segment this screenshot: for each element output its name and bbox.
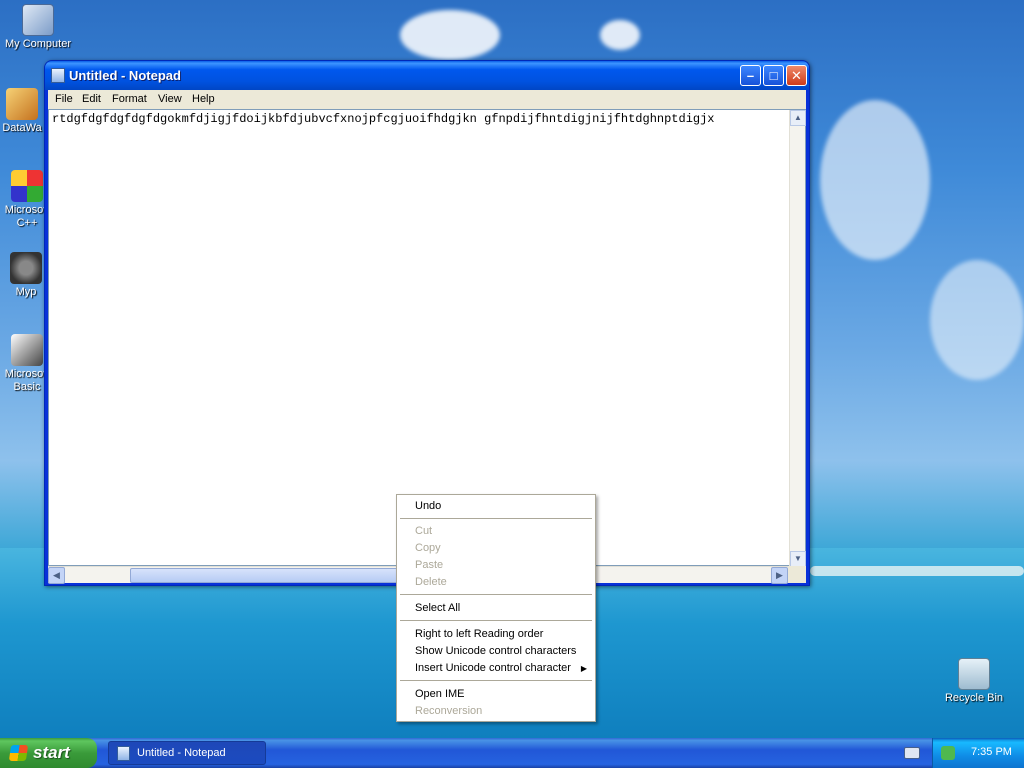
menu-item-reconversion: Reconversion	[415, 705, 483, 717]
menu-file[interactable]: File	[55, 93, 73, 105]
desktop-icon-myp[interactable]: Myp	[4, 252, 48, 299]
menu-edit[interactable]: Edit	[82, 93, 101, 105]
desktop-icon-recycle-bin[interactable]: Recycle Bin	[936, 658, 1012, 705]
menu-item-select-all[interactable]: Select All	[399, 600, 593, 617]
start-label: start	[33, 743, 70, 762]
notepad-icon	[117, 746, 130, 761]
maximize-button[interactable]: □	[763, 65, 784, 86]
scroll-right-icon[interactable]: ▶	[771, 567, 788, 584]
menu-item-undo[interactable]: Undo	[399, 498, 593, 515]
desktop-shore	[810, 566, 1024, 576]
start-button[interactable]: start	[0, 738, 97, 768]
title-bar[interactable]: Untitled - Notepad – □ ✕	[45, 61, 809, 90]
desktop-icon-datawa[interactable]: DataWa	[0, 88, 50, 135]
desktop-icon-label: Myp	[15, 286, 37, 298]
menu-separator	[400, 620, 592, 621]
clock[interactable]: 7:35 PM	[971, 746, 1012, 758]
notepad-icon	[51, 68, 65, 83]
vertical-scrollbar[interactable]: ▲ ▼	[789, 110, 806, 567]
computer-icon	[22, 4, 54, 36]
cloud	[400, 10, 500, 60]
system-tray: 7:35 PM	[932, 738, 1024, 768]
keyboard-icon[interactable]	[904, 747, 920, 759]
menu-view[interactable]: View	[158, 93, 182, 105]
close-button[interactable]: ✕	[786, 65, 807, 86]
windows-logo-icon	[8, 745, 29, 761]
scroll-up-icon[interactable]: ▲	[790, 110, 806, 126]
shortcut-icon	[11, 170, 43, 202]
taskbar: start Untitled - Notepad 7:35 PM	[0, 738, 1024, 768]
menu-bar: File Edit Format View Help	[48, 90, 806, 109]
scroll-left-icon[interactable]: ◀	[48, 567, 65, 584]
menu-item-rtl-reading-order[interactable]: Right to left Reading order	[399, 626, 593, 643]
cloud	[820, 100, 930, 260]
recycle-bin-icon	[958, 658, 990, 690]
menu-item-copy: Copy	[415, 542, 441, 554]
shortcut-icon	[6, 88, 38, 120]
cloud	[930, 260, 1024, 380]
cloud	[600, 20, 640, 50]
horizontal-scroll-thumb[interactable]	[130, 568, 430, 583]
menu-item-insert-unicode[interactable]: Insert Unicode control character ▶	[399, 660, 593, 677]
desktop-icon-label: My Computer	[4, 38, 72, 50]
shortcut-icon	[10, 252, 42, 284]
menu-item-cut: Cut	[415, 525, 433, 537]
window-title: Untitled - Notepad	[69, 68, 181, 83]
menu-separator	[400, 680, 592, 681]
desktop-icon-label: Microsoft C++	[4, 204, 50, 229]
menu-item-paste: Paste	[415, 559, 444, 571]
shortcut-icon	[11, 334, 43, 366]
desktop-icon-my-computer[interactable]: My Computer	[0, 4, 76, 51]
desktop-icon-label: Recycle Bin	[944, 692, 1004, 704]
menu-format[interactable]: Format	[112, 93, 147, 105]
menu-item-show-unicode[interactable]: Show Unicode control characters	[399, 643, 593, 660]
submenu-arrow-icon: ▶	[580, 664, 587, 673]
scroll-down-icon[interactable]: ▼	[790, 551, 806, 567]
taskbar-button-label: Untitled - Notepad	[137, 747, 226, 759]
taskbar-button-notepad[interactable]: Untitled - Notepad	[108, 741, 266, 765]
menu-item-label: Insert Unicode control character	[415, 662, 571, 674]
minimize-button[interactable]: –	[740, 65, 761, 86]
resize-grip-icon[interactable]	[788, 566, 806, 583]
context-menu: Undo Cut Copy Paste Delete Select All Ri…	[396, 494, 596, 722]
menu-item-open-ime[interactable]: Open IME	[399, 686, 593, 703]
desktop-icon-label: Microsoft Basic	[4, 368, 50, 393]
menu-item-delete: Delete	[415, 576, 447, 588]
menu-separator	[400, 594, 592, 595]
network-icon[interactable]	[941, 746, 955, 760]
menu-help[interactable]: Help	[192, 93, 215, 105]
editor-text[interactable]: rtdgfdgfdgfdgfdgokmfdjigjfdoijkbfdjubvcf…	[52, 112, 788, 126]
menu-separator	[400, 518, 592, 519]
desktop-icon-label: DataWa	[2, 122, 42, 134]
